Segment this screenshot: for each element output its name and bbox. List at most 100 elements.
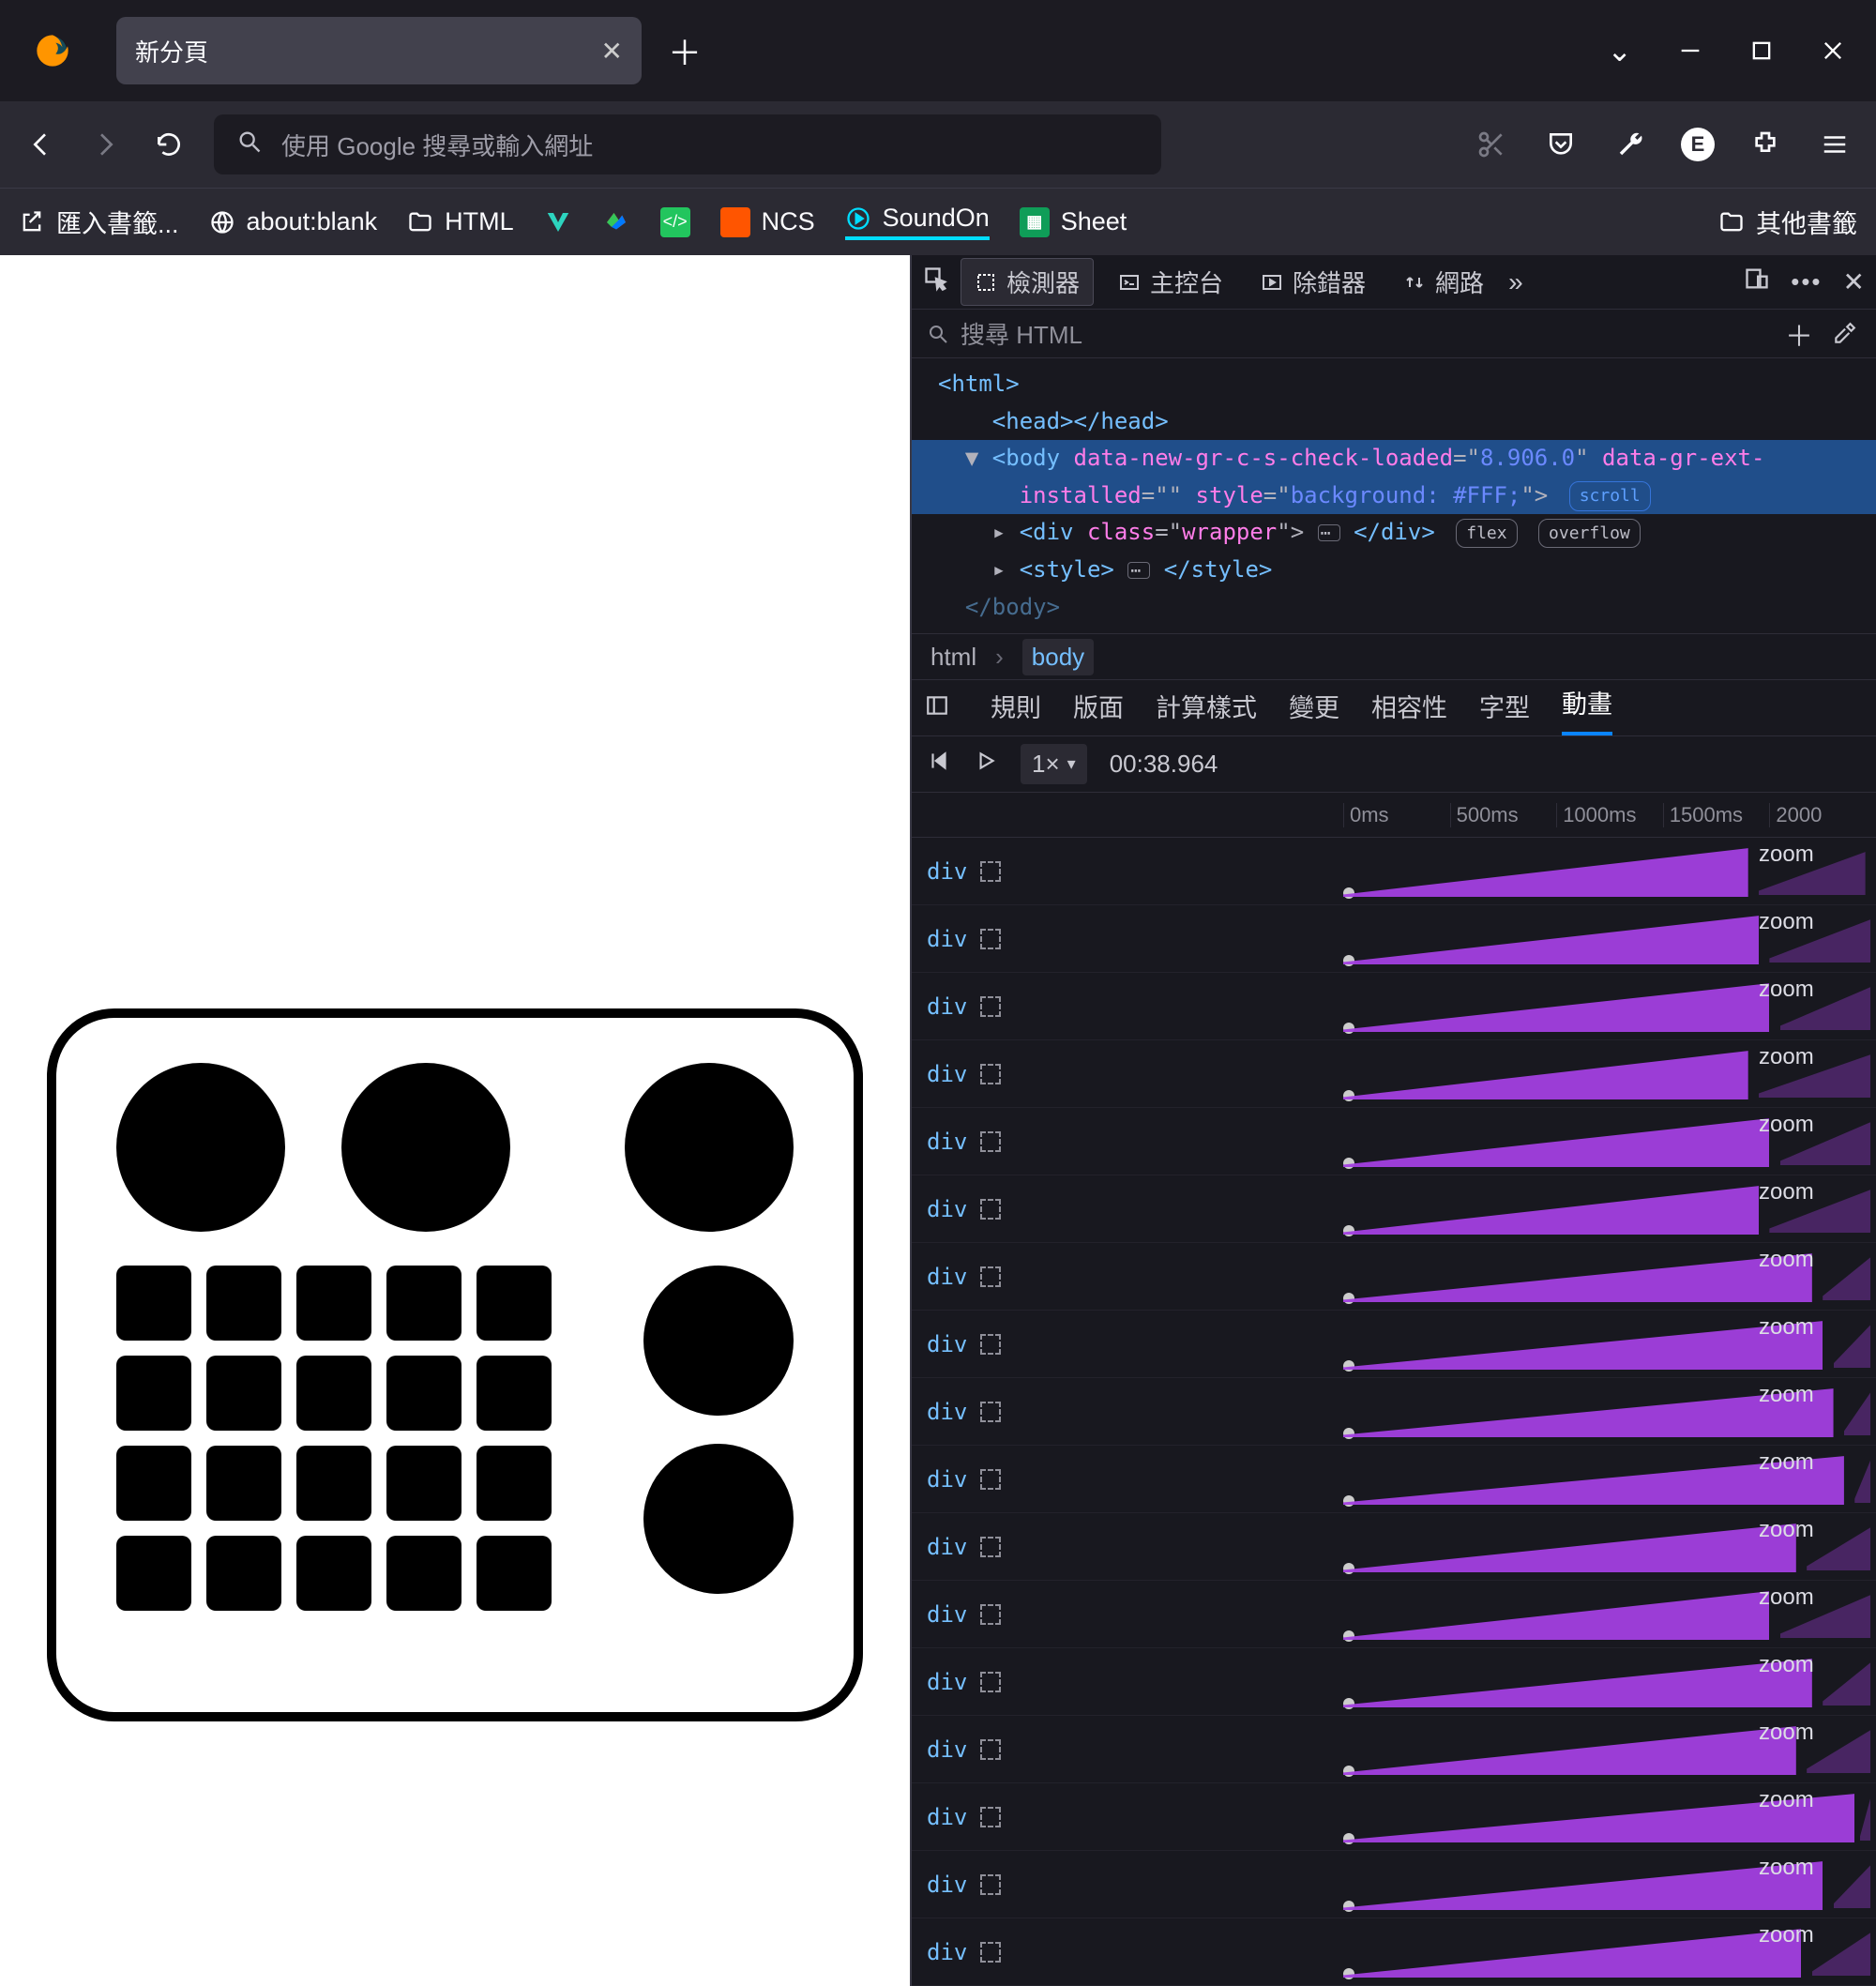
- animation-row[interactable]: divzoom: [912, 1108, 1876, 1175]
- window-close-icon[interactable]: [1820, 38, 1846, 64]
- highlight-node-icon[interactable]: [980, 861, 1001, 882]
- animation-row[interactable]: divzoom: [912, 1851, 1876, 1918]
- maximize-icon[interactable]: [1748, 38, 1775, 64]
- anim-play-icon[interactable]: [974, 749, 998, 780]
- subtab-layout[interactable]: 版面: [1073, 688, 1124, 735]
- animation-row[interactable]: divzoom: [912, 1581, 1876, 1648]
- dom-search-placeholder[interactable]: 搜尋 HTML: [961, 316, 1082, 351]
- anim-shape[interactable]: [1343, 1726, 1796, 1775]
- bookmark-import[interactable]: 匯入書籤...: [19, 204, 179, 240]
- highlight-node-icon[interactable]: [980, 1469, 1001, 1490]
- dom-tree[interactable]: <html> <head></head> ▼ <body data-new-gr…: [912, 358, 1876, 633]
- animation-row[interactable]: divzoom: [912, 1446, 1876, 1513]
- bookmark-html[interactable]: HTML: [407, 207, 514, 236]
- forward-button[interactable]: [86, 126, 124, 163]
- anim-shape[interactable]: [1343, 848, 1748, 897]
- bookmark-color-icon[interactable]: [602, 208, 630, 236]
- keyframe-dot[interactable]: [1343, 1563, 1354, 1574]
- pocket-icon[interactable]: [1542, 126, 1580, 163]
- subtab-animations[interactable]: 動畫: [1562, 684, 1612, 735]
- subtab-fonts[interactable]: 字型: [1479, 688, 1530, 735]
- highlight-node-icon[interactable]: [980, 1604, 1001, 1625]
- anim-shape[interactable]: [1343, 1118, 1769, 1167]
- anim-shape[interactable]: [1343, 1929, 1801, 1978]
- tabs-dropdown-icon[interactable]: ⌄: [1607, 33, 1632, 68]
- keyframe-dot[interactable]: [1343, 955, 1354, 966]
- bookmark-sheet[interactable]: ▦ Sheet: [1020, 207, 1127, 237]
- highlight-node-icon[interactable]: [980, 1064, 1001, 1084]
- anim-shape[interactable]: [1343, 1321, 1823, 1370]
- tab-inspector[interactable]: 檢測器: [961, 258, 1094, 306]
- animation-row[interactable]: divzoom: [912, 1918, 1876, 1986]
- anim-shape[interactable]: [1343, 1051, 1748, 1099]
- responsive-icon[interactable]: [1744, 265, 1770, 298]
- minimize-icon[interactable]: [1677, 38, 1703, 64]
- new-tab-button[interactable]: ＋: [657, 23, 713, 79]
- subtab-changes[interactable]: 變更: [1289, 688, 1339, 735]
- keyframe-dot[interactable]: [1343, 1901, 1354, 1912]
- animation-row[interactable]: divzoom: [912, 1378, 1876, 1446]
- animation-row[interactable]: divzoom: [912, 1040, 1876, 1108]
- anim-shape[interactable]: [1343, 1659, 1812, 1707]
- subtab-rules[interactable]: 規則: [991, 688, 1041, 735]
- keyframe-dot[interactable]: [1343, 1766, 1354, 1777]
- extensions-icon[interactable]: [1747, 126, 1784, 163]
- highlight-node-icon[interactable]: [980, 996, 1001, 1017]
- anim-rewind-icon[interactable]: [927, 749, 951, 780]
- highlight-node-icon[interactable]: [980, 1402, 1001, 1422]
- highlight-node-icon[interactable]: [980, 929, 1001, 949]
- browser-tab[interactable]: 新分頁 ✕: [116, 17, 642, 84]
- anim-shape[interactable]: [1343, 983, 1769, 1032]
- anim-shape[interactable]: [1343, 1186, 1759, 1235]
- highlight-node-icon[interactable]: [980, 1199, 1001, 1220]
- animation-row[interactable]: divzoom: [912, 1311, 1876, 1378]
- highlight-node-icon[interactable]: [980, 1266, 1001, 1287]
- animation-row[interactable]: divzoom: [912, 1783, 1876, 1851]
- highlight-node-icon[interactable]: [980, 1739, 1001, 1760]
- anim-shape[interactable]: [1343, 1524, 1796, 1572]
- bookmark-v-icon[interactable]: [544, 208, 572, 236]
- extension-badge[interactable]: E: [1681, 128, 1715, 161]
- highlight-node-icon[interactable]: [980, 1537, 1001, 1557]
- pick-element-icon[interactable]: [923, 265, 949, 298]
- tab-network[interactable]: 網路: [1390, 259, 1497, 305]
- anim-shape[interactable]: [1343, 1861, 1823, 1910]
- wrench-icon[interactable]: [1611, 126, 1649, 163]
- keyframe-dot[interactable]: [1343, 1158, 1354, 1169]
- animation-row[interactable]: divzoom: [912, 905, 1876, 973]
- animation-row[interactable]: divzoom: [912, 838, 1876, 905]
- keyframe-dot[interactable]: [1343, 1630, 1354, 1642]
- keyframe-dot[interactable]: [1343, 1968, 1354, 1979]
- bookmark-ncs[interactable]: NCS: [720, 207, 815, 237]
- keyframe-dot[interactable]: [1343, 1495, 1354, 1507]
- tab-console[interactable]: 主控台: [1105, 259, 1236, 305]
- keyframe-dot[interactable]: [1343, 887, 1354, 899]
- devtools-close-icon[interactable]: ✕: [1843, 266, 1865, 297]
- highlight-node-icon[interactable]: [980, 1874, 1001, 1895]
- anim-shape[interactable]: [1343, 1253, 1812, 1302]
- keyframe-dot[interactable]: [1343, 1698, 1354, 1709]
- close-icon[interactable]: ✕: [601, 36, 623, 67]
- highlight-node-icon[interactable]: [980, 1334, 1001, 1355]
- back-button[interactable]: [23, 126, 60, 163]
- keyframe-dot[interactable]: [1343, 1360, 1354, 1372]
- crumb-html[interactable]: html: [930, 643, 976, 672]
- anim-speed-select[interactable]: 1× ▾: [1021, 744, 1087, 784]
- menu-icon[interactable]: [1816, 126, 1853, 163]
- toggle-sidebar-icon[interactable]: [925, 693, 949, 735]
- bookmark-code-icon[interactable]: </>: [660, 207, 690, 237]
- subtab-computed[interactable]: 計算樣式: [1156, 688, 1257, 735]
- animation-row[interactable]: divzoom: [912, 973, 1876, 1040]
- kebab-icon[interactable]: •••: [1791, 267, 1822, 296]
- bookmark-other[interactable]: 其他書籤: [1718, 204, 1857, 240]
- animation-row[interactable]: divzoom: [912, 1175, 1876, 1243]
- keyframe-dot[interactable]: [1343, 1090, 1354, 1101]
- keyframe-dot[interactable]: [1343, 1833, 1354, 1844]
- crumb-body[interactable]: body: [1022, 639, 1094, 675]
- animation-row[interactable]: divzoom: [912, 1243, 1876, 1311]
- animation-row[interactable]: divzoom: [912, 1513, 1876, 1581]
- keyframe-dot[interactable]: [1343, 1293, 1354, 1304]
- keyframe-dot[interactable]: [1343, 1428, 1354, 1439]
- animation-row[interactable]: divzoom: [912, 1716, 1876, 1783]
- url-bar[interactable]: 使用 Google 搜尋或輸入網址: [214, 114, 1161, 174]
